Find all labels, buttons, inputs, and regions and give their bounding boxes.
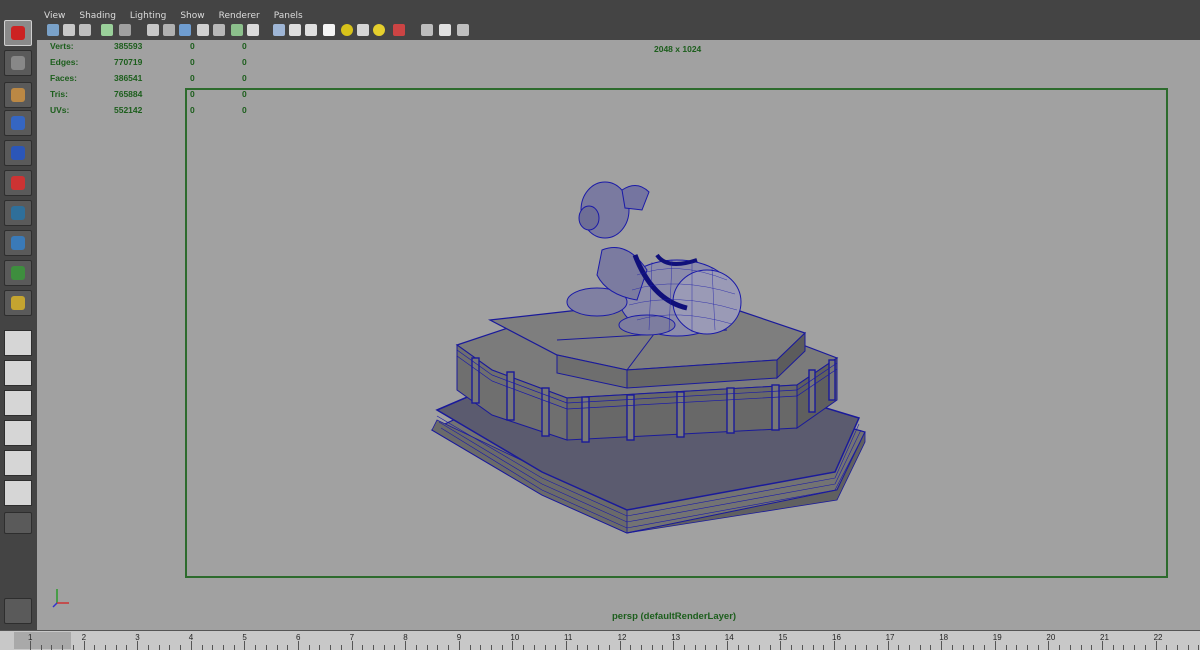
resolution-gate-icon[interactable]	[179, 24, 191, 36]
lasso-tool-icon[interactable]	[4, 50, 32, 76]
panel-toolbar: View Shading Lighting Show Renderer Panels	[37, 0, 1200, 40]
bull-hump	[621, 185, 650, 211]
universal-manipulator-icon[interactable]	[4, 200, 32, 226]
menu-renderer[interactable]: Renderer	[212, 8, 267, 24]
graph-editor-layout-icon[interactable]	[4, 420, 32, 446]
camera-attributes-icon[interactable]	[63, 24, 75, 36]
script-editor-icon[interactable]	[4, 598, 32, 624]
gate-mask-icon[interactable]	[197, 24, 209, 36]
nandi-statue-model[interactable]	[37, 40, 1200, 630]
move-tool-icon[interactable]	[4, 110, 32, 136]
single-perspective-layout-icon[interactable]	[4, 330, 32, 356]
shadows-icon[interactable]	[357, 24, 369, 36]
image-plane-icon[interactable]	[101, 24, 113, 36]
use-all-lights-icon[interactable]	[341, 24, 353, 36]
tool-box	[0, 0, 38, 630]
screen-space-ao-icon[interactable]	[373, 24, 385, 36]
scale-tool-icon[interactable]	[4, 170, 32, 196]
paint-select-tool-icon[interactable]	[4, 82, 32, 108]
four-view-layout-icon[interactable]	[4, 360, 32, 386]
field-chart-icon[interactable]	[213, 24, 225, 36]
outliner-perspective-layout-icon[interactable]	[4, 390, 32, 416]
menu-shading[interactable]: Shading	[72, 8, 123, 24]
menu-show[interactable]: Show	[173, 8, 211, 24]
isolate-select-icon[interactable]	[393, 24, 405, 36]
smooth-shade-icon[interactable]	[289, 24, 301, 36]
select-camera-icon[interactable]	[47, 24, 59, 36]
menu-lighting[interactable]: Lighting	[123, 8, 173, 24]
xray-joints-icon[interactable]	[439, 24, 451, 36]
grid-icon[interactable]	[147, 24, 159, 36]
safe-title-icon[interactable]	[247, 24, 259, 36]
perspective-viewport[interactable]: 2048 x 1024 Verts: 385593 0 0 Edges: 770719 0 0…	[37, 40, 1200, 630]
custom-layout-icon[interactable]	[4, 480, 32, 506]
2d-pan-zoom-icon[interactable]	[119, 24, 131, 36]
textured-icon[interactable]	[323, 24, 335, 36]
safe-action-icon[interactable]	[231, 24, 243, 36]
view-axis-icon	[52, 589, 69, 608]
hypershade-layout-icon[interactable]	[4, 450, 32, 476]
nandi-bull	[566, 181, 742, 337]
menu-panels[interactable]: Panels	[267, 8, 310, 24]
soft-modification-icon[interactable]	[4, 230, 32, 256]
bull-snout	[578, 205, 600, 231]
xray-icon[interactable]	[421, 24, 433, 36]
layout-dropdown-icon[interactable]	[4, 512, 32, 534]
film-gate-icon[interactable]	[163, 24, 175, 36]
panel-menubar: View Shading Lighting Show Renderer Panels	[37, 8, 310, 24]
time-slider[interactable]: 1 2 3 4 5 6 7 8 9 10 11 12 13 14 15 16 17 18 19 20 21 22	[0, 630, 1200, 650]
camera-name-label: persp (defaultRenderLayer)	[612, 611, 737, 622]
menu-view[interactable]: View	[37, 8, 72, 24]
wireframe-icon[interactable]	[273, 24, 285, 36]
bull-front-leg	[618, 314, 676, 336]
last-tool-icon[interactable]	[4, 290, 32, 316]
show-manipulator-icon[interactable]	[4, 260, 32, 286]
wireframe-on-shaded-icon[interactable]	[305, 24, 317, 36]
bull-rear	[672, 269, 742, 335]
select-tool-icon[interactable]	[4, 20, 32, 46]
rotate-tool-icon[interactable]	[4, 140, 32, 166]
xray-components-icon[interactable]	[457, 24, 469, 36]
bookmarks-icon[interactable]	[79, 24, 91, 36]
